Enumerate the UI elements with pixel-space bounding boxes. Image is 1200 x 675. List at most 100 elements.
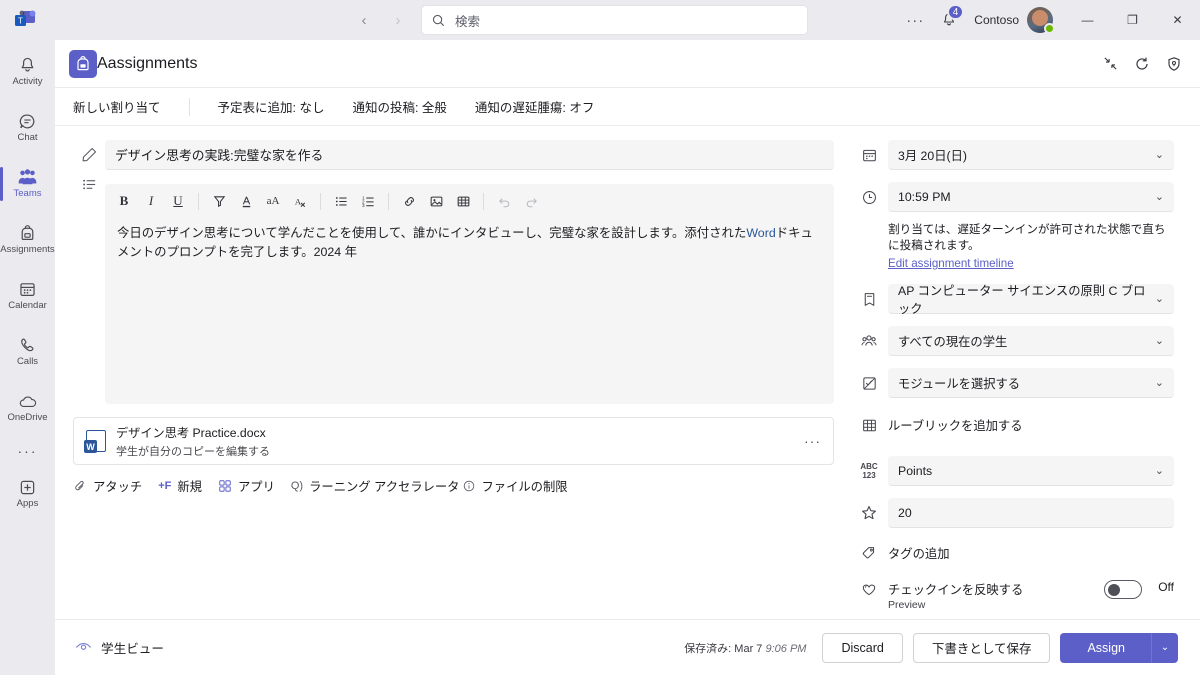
sidebar-item-activity[interactable]: Activity <box>0 44 55 100</box>
checkin-text: チェックインを反映する Preview <box>888 580 1104 611</box>
assign-dropdown-button[interactable]: ⌄ <box>1152 632 1178 663</box>
attachment-actions: アタッチ +F 新規 アプリ Q) ラーニング アクセラレータ ファイルの制限 <box>73 477 834 495</box>
maximize-button[interactable]: ❐ <box>1110 0 1155 40</box>
bell-icon <box>18 56 37 75</box>
minimize-button[interactable]: — <box>1065 0 1110 40</box>
calendar-icon <box>18 280 37 299</box>
collapse-icon[interactable] <box>1098 52 1122 76</box>
file-restrictions-label: ファイルの制限 <box>481 480 568 494</box>
chevron-down-icon: ⌄ <box>1154 335 1164 347</box>
bold-icon[interactable]: B <box>111 188 137 214</box>
assignment-title-input[interactable]: デザイン思考の実践:完璧な家を作る <box>105 140 834 170</box>
table-icon[interactable] <box>450 188 476 214</box>
teams-logo: T <box>0 10 50 30</box>
font-color-icon[interactable] <box>233 188 259 214</box>
points-value-input[interactable]: 20 <box>888 498 1174 528</box>
bullet-list-icon[interactable] <box>328 188 354 214</box>
due-date-select[interactable]: 3月 20日(日) ⌄ <box>888 140 1174 170</box>
assignment-subbar: 新しい割り当て 予定表に追加: なし 通知の投稿: 全般 通知の遅延腫瘍: オフ <box>55 88 1200 126</box>
link-icon[interactable] <box>396 188 422 214</box>
title-field-row: デザイン思考の実践:完璧な家を作る <box>73 140 834 170</box>
add-tags-button[interactable]: タグの追加 <box>888 544 1174 562</box>
student-view-label: 学生ビュー <box>101 642 164 656</box>
book-icon <box>850 291 888 308</box>
sidebar-item-chat[interactable]: Chat <box>0 100 55 156</box>
font-size-icon[interactable]: aA <box>260 188 286 214</box>
edit-assignment-timeline-link[interactable]: Edit assignment timeline <box>888 257 1014 270</box>
underline-icon[interactable]: U <box>165 188 191 214</box>
sidebar-item-label: Calls <box>16 356 39 368</box>
editor-left-column: デザイン思考の実践:完璧な家を作る B I U aA A 1 2 3 今日のデザ… <box>55 140 850 619</box>
sidebar-item-assignments[interactable]: Assignments <box>0 212 55 268</box>
class-select[interactable]: AP コンピューター サイエンスの原則 C ブロック ⌄ <box>888 284 1174 316</box>
module-select[interactable]: モジュールを選択する ⌄ <box>888 368 1174 398</box>
body: Activity Chat Teams Assignments Calendar… <box>0 40 1200 675</box>
chevron-down-icon: ⌄ <box>1154 377 1164 389</box>
redo-icon[interactable] <box>518 188 544 214</box>
learning-accelerator-button[interactable]: Q) ラーニング アクセラレータ <box>291 477 460 495</box>
points-type-select[interactable]: Points ⌄ <box>888 456 1174 486</box>
chevron-down-icon: ⌄ <box>1154 191 1164 203</box>
rubric-row[interactable]: ルーブリックを追加する <box>850 410 1174 440</box>
sidebar-item-apps[interactable]: Apps <box>0 466 55 522</box>
avatar[interactable] <box>1027 7 1055 34</box>
back-button[interactable]: ‹ <box>350 6 378 34</box>
sidebar-item-teams[interactable]: Teams <box>0 156 55 212</box>
attachment-more-button[interactable]: ··· <box>804 433 821 449</box>
description-text[interactable]: 今日のデザイン思考について学んだことを使用して、誰かにインタビューし、完璧な家を… <box>105 218 834 404</box>
assign-button[interactable]: Assign <box>1060 632 1152 663</box>
more-options-button[interactable]: ··· <box>898 12 932 29</box>
sidebar-item-label: OneDrive <box>7 411 48 423</box>
new-label: 新規 <box>177 480 202 494</box>
saved-time: 9:06 PM <box>765 642 807 655</box>
due-time-value: 10:59 PM <box>898 189 951 204</box>
description-part1: 今日のデザイン思考について学んだことを使用して、誰かにインタビューし、完璧な家を… <box>117 226 747 240</box>
image-icon[interactable] <box>423 188 449 214</box>
sidebar-item-calendar[interactable]: Calendar <box>0 268 55 324</box>
notify-late-button[interactable]: 通知の遅延腫瘍: オフ <box>475 97 622 116</box>
editor-footer: 学生ビュー 保存済み: Mar 7 9:06 PM Discard 下書きとして… <box>55 619 1200 675</box>
divider <box>198 192 199 210</box>
undo-icon[interactable] <box>491 188 517 214</box>
apps-label: アプリ <box>237 480 275 494</box>
checkin-toggle[interactable] <box>1104 580 1142 599</box>
notifications-button[interactable]: 4 <box>932 0 966 40</box>
tags-row[interactable]: タグの追加 <box>850 544 1174 562</box>
footer-actions: 保存済み: Mar 7 9:06 PM Discard 下書きとして保存 Ass… <box>684 632 1178 663</box>
student-view-button[interactable]: 学生ビュー <box>75 638 164 657</box>
new-button[interactable]: +F 新規 <box>158 477 202 495</box>
add-rubric-button[interactable]: ルーブリックを追加する <box>888 416 1174 434</box>
description-editor[interactable]: B I U aA A 1 2 3 今日のデザイン思考について学んだことを使用して… <box>105 184 834 404</box>
sidebar-item-label: Teams <box>13 188 42 200</box>
students-select[interactable]: すべての現在の学生 ⌄ <box>888 326 1174 356</box>
forward-button[interactable]: › <box>384 6 412 34</box>
checkin-preview-badge: Preview <box>888 599 926 611</box>
sidebar-item-onedrive[interactable]: OneDrive <box>0 380 55 436</box>
apps-grid-icon <box>218 479 232 493</box>
search-input[interactable]: 検索 <box>422 6 807 34</box>
close-button[interactable]: ✕ <box>1155 0 1200 40</box>
notify-post-button[interactable]: 通知の投稿: 全般 <box>352 97 474 116</box>
add-to-calendar-button[interactable]: 予定表に追加: なし <box>218 97 353 116</box>
save-draft-button[interactable]: 下書きとして保存 <box>912 632 1051 663</box>
due-date-value: 3月 20日(日) <box>898 148 968 163</box>
italic-icon[interactable]: I <box>138 188 164 214</box>
numbered-list-icon[interactable]: 123 <box>355 188 381 214</box>
eye-icon <box>75 641 92 654</box>
highlight-icon[interactable] <box>206 188 232 214</box>
rail-more-button[interactable]: ··· <box>0 436 55 466</box>
due-time-select[interactable]: 10:59 PM ⌄ <box>888 182 1174 212</box>
clear-format-icon[interactable]: A <box>287 188 313 214</box>
sidebar-item-label: Assignments <box>0 244 55 256</box>
attachment-card[interactable]: デザイン思考 Practice.docx 学生が自分のコピーを編集する ··· <box>73 417 834 465</box>
attach-button[interactable]: アタッチ <box>73 477 142 495</box>
calendar-icon <box>850 147 888 164</box>
discard-button[interactable]: Discard <box>822 632 903 663</box>
file-restrictions-button[interactable]: ファイルの制限 <box>463 477 568 495</box>
sidebar-item-label: Chat <box>17 132 38 144</box>
shield-icon[interactable] <box>1162 52 1186 76</box>
word-doc-icon <box>84 430 106 453</box>
apps-button[interactable]: アプリ <box>218 477 275 495</box>
refresh-icon[interactable] <box>1130 52 1154 76</box>
sidebar-item-calls[interactable]: Calls <box>0 324 55 380</box>
